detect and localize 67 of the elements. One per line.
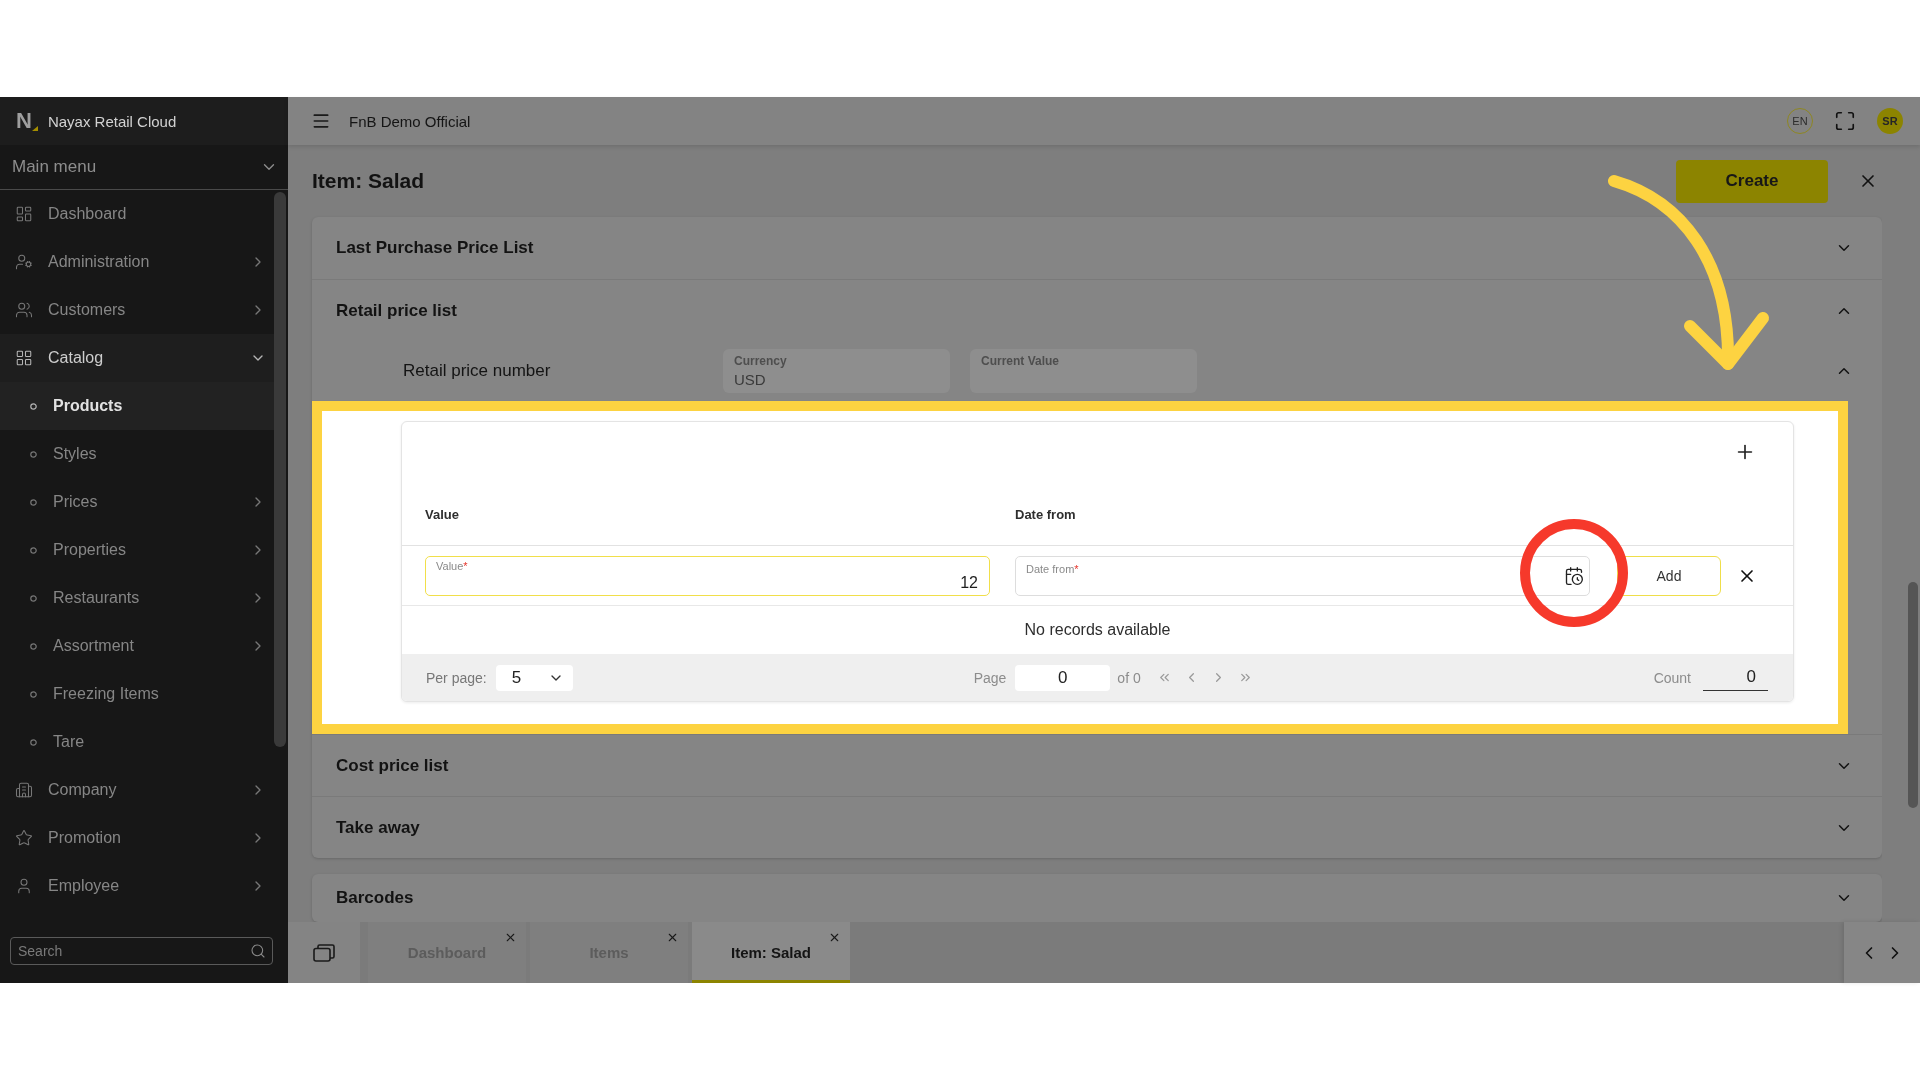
sidebar-item[interactable]: Employee <box>0 862 274 910</box>
circle-icon <box>30 690 37 698</box>
logo-accent-icon <box>31 125 38 131</box>
users-icon <box>15 301 33 319</box>
circle-icon <box>30 450 37 458</box>
column-header: Value <box>425 506 459 522</box>
sidebar-item[interactable]: Customers <box>0 286 274 334</box>
sidebar-item[interactable]: Dashboard <box>0 190 274 238</box>
empty-message: No records available <box>1024 621 1171 639</box>
user-icon <box>15 877 33 895</box>
sidebar-item[interactable]: Restaurants <box>0 574 274 622</box>
sidebar-item[interactable]: Promotion <box>0 814 274 862</box>
sidebar-item[interactable]: Properties <box>0 526 274 574</box>
sidebar-item[interactable]: Administration <box>0 238 274 286</box>
stacked-windows-icon <box>313 943 335 962</box>
circle-icon <box>30 594 37 602</box>
page-label: Page <box>973 669 1007 686</box>
circle-icon <box>30 738 37 746</box>
accordion-header[interactable]: Retail price list <box>312 279 1882 341</box>
accordion-header[interactable]: Take away <box>312 796 1882 858</box>
input-field[interactable]: Current Value <box>970 349 1197 393</box>
circle-icon <box>30 546 37 554</box>
star-icon <box>15 829 33 847</box>
circle-icon <box>30 402 37 410</box>
scrollbar-thumb[interactable] <box>274 192 286 747</box>
calendar-clock-icon[interactable] <box>1564 565 1584 586</box>
page-field[interactable]: 0 <box>1015 664 1111 691</box>
date-field[interactable]: Date from* <box>1015 555 1590 596</box>
fullscreen-icon[interactable] <box>1834 110 1856 132</box>
user-avatar[interactable]: SR <box>1877 108 1903 134</box>
grid-icon <box>15 349 33 367</box>
workspace-name: FnB Demo Official <box>349 112 471 130</box>
create-button[interactable]: Create <box>1676 159 1828 203</box>
input-field[interactable]: Value* 12 <box>425 555 990 596</box>
building-icon <box>15 781 33 799</box>
circle-icon <box>30 642 37 650</box>
brand-name: Nayax Retail Cloud <box>47 112 177 130</box>
sidebar-item[interactable]: Company <box>0 766 274 814</box>
page-total: of 0 <box>1117 669 1141 686</box>
tab-overview-button[interactable] <box>288 922 360 983</box>
menu-icon[interactable] <box>311 111 331 131</box>
page-title: Item: Salad <box>312 169 425 193</box>
column-header: Date from <box>1015 506 1076 522</box>
sidebar-item[interactable]: Products <box>0 382 274 430</box>
sidebar-item[interactable]: Tare <box>0 718 274 766</box>
per-page-label: Per page: <box>426 669 487 686</box>
count-label: Count <box>1653 669 1691 686</box>
circle-icon <box>30 498 37 506</box>
input-field[interactable]: Currency USD <box>723 349 950 393</box>
layout-icon <box>15 205 33 223</box>
sidebar-item[interactable]: Assortment <box>0 622 274 670</box>
search-field[interactable]: Search <box>10 937 273 965</box>
scrollbar-thumb[interactable] <box>1908 582 1918 808</box>
brand-logo: N <box>16 110 32 132</box>
count-field: 0 <box>1703 664 1768 691</box>
accordion-header[interactable]: Last Purchase Price List <box>312 217 1882 279</box>
sidebar-item[interactable]: Prices <box>0 478 274 526</box>
subsection-title: Retail price number <box>403 361 552 381</box>
per-page-select[interactable]: 5 <box>495 664 573 691</box>
sidebar-item[interactable]: Freezing Items <box>0 670 274 718</box>
accordion-header[interactable]: Barcodes <box>312 874 1882 922</box>
sidebar-item[interactable]: Styles <box>0 430 274 478</box>
search-icon[interactable] <box>250 943 266 959</box>
sidebar-item[interactable]: Catalog <box>0 334 274 382</box>
tab[interactable]: Item: Salad <box>692 922 850 983</box>
accordion-header[interactable]: Cost price list <box>312 734 1882 796</box>
user-gear-icon <box>15 253 33 271</box>
